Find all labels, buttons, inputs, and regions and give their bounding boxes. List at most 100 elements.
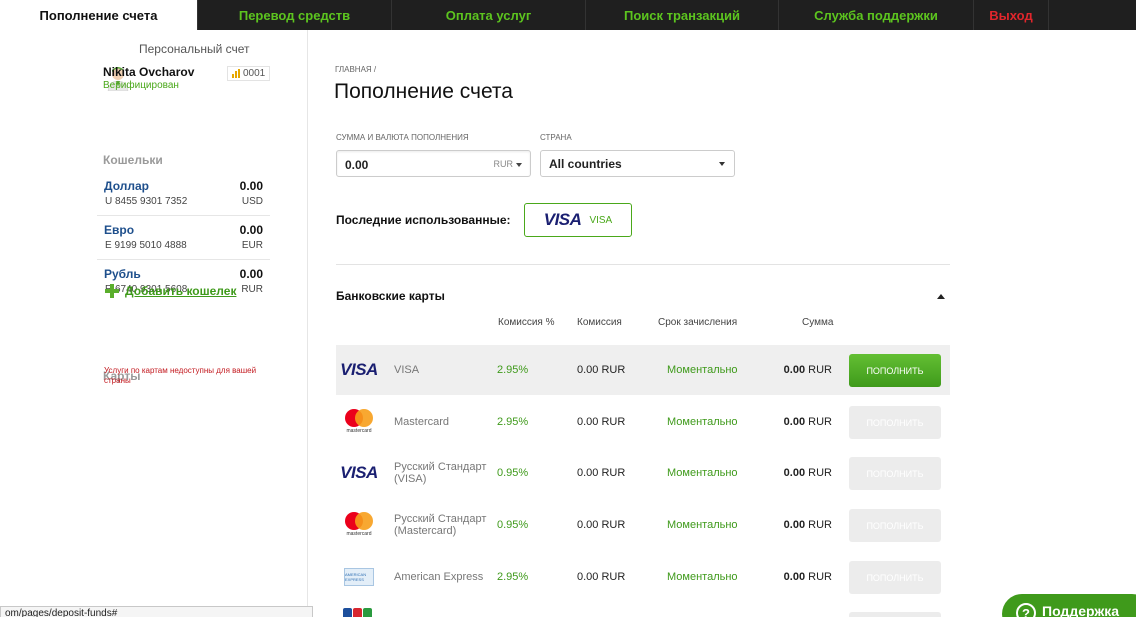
country-select[interactable]: All countries	[540, 150, 735, 177]
country-value: All countries	[549, 157, 622, 171]
amount-label: СУММА И ВАЛЮТА ПОПОЛНЕНИЯ	[336, 133, 469, 142]
sum: 0.00 RUR	[783, 364, 832, 376]
wallet-balance: 0.00	[239, 267, 263, 281]
wallets-title: Кошельки	[103, 153, 163, 167]
fee-percent: 2.95%	[497, 416, 529, 428]
sum: 0.00 RUR	[783, 519, 832, 531]
wallet-currency: USD	[241, 196, 263, 207]
amount-input[interactable]: 0.00 RUR	[336, 150, 531, 177]
term: Моментально	[667, 571, 738, 583]
personal-account-label: Персональный счет	[139, 42, 250, 56]
user-name: Nikita Ovcharov	[103, 65, 195, 79]
mastercard-logo-icon: mastercard	[340, 508, 378, 542]
deposit-button[interactable]: ПОПОЛНИТЬ	[849, 457, 941, 490]
user-level-value: 0001	[243, 68, 266, 79]
breadcrumb[interactable]: ГЛАВНАЯ /	[335, 65, 376, 74]
add-wallet-link[interactable]: Добавить кошелек	[105, 284, 236, 298]
payment-row-amex[interactable]: AMERICAN EXPRESS American Express 2.95% …	[336, 552, 950, 602]
fee-percent: 0.95%	[497, 467, 529, 479]
fee: 0.00 RUR	[577, 364, 626, 376]
tab-transfer[interactable]: Перевод средств	[198, 0, 392, 30]
deposit-button[interactable]: ПОПОЛНИТЬ	[849, 406, 941, 439]
bank-cards-title: Банковские карты	[336, 289, 445, 303]
method-name: Русский Стандарт (VISA)	[394, 461, 487, 485]
method-name: Русский Стандарт (Mastercard)	[394, 513, 487, 537]
user-level-badge: 0001	[227, 66, 271, 81]
fee-percent: 2.95%	[497, 571, 529, 583]
payment-row-rs-visa[interactable]: VISA Русский Стандарт (VISA) 0.95% 0.00 …	[336, 448, 950, 498]
wallet-eur[interactable]: Евро E 9199 5010 4888 0.00 EUR	[97, 216, 270, 260]
wallet-currency: RUR	[241, 284, 263, 295]
visa-logo-icon: VISA	[340, 463, 378, 482]
wallet-usd[interactable]: Доллар U 8455 9301 7352 0.00 USD	[97, 172, 270, 216]
column-sum: Сумма	[802, 317, 834, 328]
wallet-name: Евро	[104, 223, 135, 237]
tab-deposit[interactable]: Пополнение счета	[0, 0, 198, 30]
jcb-logo-icon	[343, 608, 372, 617]
tab-logout[interactable]: Выход	[974, 0, 1049, 30]
page-title: Пополнение счета	[334, 80, 513, 103]
cards-unavailable-note: Услуги по картам недоступны для вашей ст…	[104, 366, 257, 385]
term: Моментально	[667, 467, 738, 479]
support-chat-button[interactable]: ? Поддержка	[1002, 594, 1136, 617]
question-icon: ?	[1016, 603, 1036, 617]
amex-logo-icon: AMERICAN EXPRESS	[340, 560, 378, 594]
fee: 0.00 RUR	[577, 571, 626, 583]
fee: 0.00 RUR	[577, 416, 626, 428]
verification-status: Верифицирован	[103, 80, 179, 91]
column-fee-percent: Комиссия %	[498, 317, 555, 328]
add-wallet-label: Добавить кошелек	[125, 284, 237, 298]
column-term: Срок зачисления	[658, 317, 738, 328]
term: Моментально	[667, 416, 738, 428]
fee-percent: 0.95%	[497, 519, 529, 531]
support-label: Поддержка	[1042, 603, 1120, 617]
plus-icon	[105, 284, 119, 298]
wallet-currency: EUR	[241, 240, 263, 251]
term: Моментально	[667, 519, 738, 531]
deposit-button[interactable]: ПОПОЛНИТЬ	[849, 561, 941, 594]
status-bar-url: om/pages/deposit-funds#	[0, 606, 313, 617]
recent-methods-label: Последние использованные:	[336, 213, 511, 227]
fee-percent: 2.95%	[497, 364, 529, 376]
deposit-button[interactable]: ПОПОЛНИТЬ	[849, 354, 941, 387]
tab-support[interactable]: Служба поддержки	[779, 0, 974, 30]
payment-row-rs-mastercard[interactable]: mastercard Русский Стандарт (Mastercard)…	[336, 500, 950, 550]
top-navigation: Пополнение счета Перевод средств Оплата …	[0, 0, 1136, 30]
tab-transaction-search[interactable]: Поиск транзакций	[586, 0, 779, 30]
payment-row-visa[interactable]: VISA VISA 2.95% 0.00 RUR Моментально 0.0…	[336, 345, 950, 395]
fee: 0.00 RUR	[577, 467, 626, 479]
currency-select[interactable]: RUR	[494, 159, 522, 169]
sum: 0.00 RUR	[783, 416, 832, 428]
deposit-button[interactable]: ПОПОЛНИТЬ	[849, 509, 941, 542]
method-name: Mastercard	[394, 416, 450, 428]
wallet-balance: 0.00	[239, 179, 263, 193]
recent-method-name: VISA	[589, 214, 613, 226]
deposit-button[interactable]	[849, 612, 941, 617]
sum: 0.00 RUR	[783, 571, 832, 583]
wallet-number: E 9199 5010 4888	[105, 240, 187, 251]
wallet-balance: 0.00	[239, 223, 263, 237]
fee: 0.00 RUR	[577, 519, 626, 531]
sidebar	[0, 30, 308, 617]
amount-value: 0.00	[345, 158, 369, 172]
method-name: American Express	[394, 571, 484, 583]
recent-visa-button[interactable]: VISA VISA	[524, 203, 632, 237]
level-bars-icon	[232, 69, 240, 78]
chevron-down-icon	[719, 162, 725, 166]
mastercard-logo-icon: mastercard	[340, 405, 378, 439]
term: Моментально	[667, 364, 738, 376]
visa-logo-icon: VISA	[543, 210, 582, 229]
wallet-name: Рубль	[104, 267, 141, 281]
payment-row-mastercard[interactable]: mastercard Mastercard 2.95% 0.00 RUR Мом…	[336, 397, 950, 447]
country-label: СТРАНА	[540, 133, 572, 142]
wallet-number: U 8455 9301 7352	[105, 196, 188, 207]
divider	[336, 264, 950, 265]
sum: 0.00 RUR	[783, 467, 832, 479]
collapse-arrow-icon[interactable]	[937, 294, 945, 299]
tab-payments[interactable]: Оплата услуг	[392, 0, 586, 30]
wallet-name: Доллар	[104, 179, 149, 193]
payment-row-jcb[interactable]	[336, 604, 950, 617]
visa-logo-icon: VISA	[340, 360, 378, 379]
method-name: VISA	[394, 364, 420, 376]
chevron-down-icon	[516, 162, 522, 167]
